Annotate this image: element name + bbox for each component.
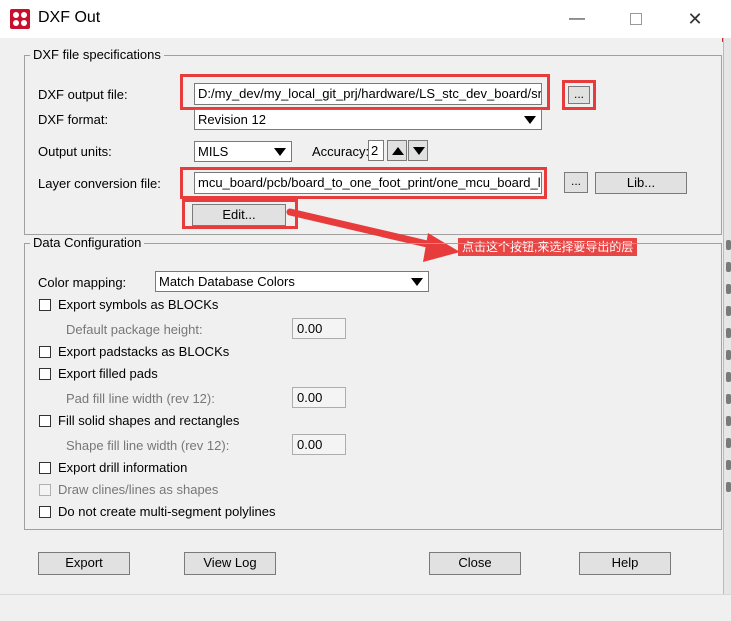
- layer-file-label: Layer conversion file:: [38, 176, 161, 191]
- background-edge-handle: [726, 460, 731, 470]
- chevron-down-icon: [524, 116, 536, 124]
- export-drill-checkbox[interactable]: [39, 462, 51, 474]
- arrow-down-icon: [413, 147, 425, 155]
- accuracy-label: Accuracy:: [312, 144, 370, 159]
- arrow-up-icon: [392, 147, 404, 155]
- close-button[interactable]: Close: [429, 552, 521, 575]
- background-edge-handle: [726, 438, 731, 448]
- background-edge-handle: [726, 306, 731, 316]
- data-config-legend: Data Configuration: [30, 235, 145, 250]
- background-edge-handle: [726, 416, 731, 426]
- background-window-edge: [723, 38, 731, 610]
- background-edge-handle: [726, 262, 731, 272]
- highlight-output-file: [180, 74, 550, 110]
- accuracy-down-button[interactable]: [408, 140, 428, 161]
- highlight-layer-file: [180, 167, 547, 199]
- help-button[interactable]: Help: [579, 552, 671, 575]
- export-filled-pads-checkbox[interactable]: [39, 368, 51, 380]
- background-edge-handle: [726, 284, 731, 294]
- background-edge-handle: [726, 394, 731, 404]
- shape-fill-width-input[interactable]: 0.00: [292, 434, 346, 455]
- draw-clines-label: Draw clines/lines as shapes: [58, 482, 219, 497]
- window-title: DXF Out: [38, 9, 101, 26]
- maximize-icon[interactable]: [613, 0, 659, 38]
- highlight-browse-output: [562, 80, 596, 110]
- format-select[interactable]: Revision 12: [194, 109, 542, 130]
- units-select[interactable]: MILS: [194, 141, 292, 162]
- background-bottom-strip: [0, 594, 731, 621]
- background-edge-handle: [726, 482, 731, 492]
- background-edge-handle: [726, 328, 731, 338]
- export-filled-pads-label: Export filled pads: [58, 366, 158, 381]
- no-multisegment-label: Do not create multi-segment polylines: [58, 504, 276, 519]
- chevron-down-icon: [411, 278, 423, 286]
- fill-solid-shapes-label: Fill solid shapes and rectangles: [58, 413, 240, 428]
- color-mapping-label: Color mapping:: [38, 275, 127, 290]
- browse-layer-button[interactable]: ...: [564, 172, 588, 193]
- pad-fill-width-input[interactable]: 0.00: [292, 387, 346, 408]
- accuracy-input[interactable]: 2: [368, 140, 384, 161]
- export-drill-label: Export drill information: [58, 460, 188, 475]
- no-multisegment-checkbox[interactable]: [39, 506, 51, 518]
- minimize-icon[interactable]: —: [554, 0, 600, 38]
- export-symbols-label: Export symbols as BLOCKs: [58, 297, 219, 312]
- export-button[interactable]: Export: [38, 552, 130, 575]
- title-bar: DXF Out — ✕: [0, 0, 731, 38]
- accuracy-up-button[interactable]: [387, 140, 407, 161]
- units-value: MILS: [198, 144, 229, 159]
- background-edge-handle: [726, 350, 731, 360]
- package-height-label: Default package height:: [66, 322, 203, 337]
- package-height-input[interactable]: 0.00: [292, 318, 346, 339]
- export-symbols-checkbox[interactable]: [39, 299, 51, 311]
- color-mapping-value: Match Database Colors: [159, 274, 295, 289]
- lib-button[interactable]: Lib...: [595, 172, 687, 194]
- chevron-down-icon: [274, 148, 286, 156]
- export-padstacks-checkbox[interactable]: [39, 346, 51, 358]
- close-icon[interactable]: ✕: [672, 0, 718, 38]
- background-edge-handle: [726, 372, 731, 382]
- dxf-spec-legend: DXF file specifications: [30, 47, 164, 62]
- output-file-label: DXF output file:: [38, 87, 128, 102]
- view-log-button[interactable]: View Log: [184, 552, 276, 575]
- shape-fill-width-label: Shape fill line width (rev 12):: [66, 438, 230, 453]
- format-label: DXF format:: [38, 112, 109, 127]
- draw-clines-checkbox: [39, 484, 51, 496]
- app-icon: [10, 9, 30, 29]
- format-value: Revision 12: [198, 112, 266, 127]
- pad-fill-width-label: Pad fill line width (rev 12):: [66, 391, 215, 406]
- color-mapping-select[interactable]: Match Database Colors: [155, 271, 429, 292]
- export-padstacks-label: Export padstacks as BLOCKs: [58, 344, 230, 359]
- fill-solid-shapes-checkbox[interactable]: [39, 415, 51, 427]
- background-edge-handle: [726, 240, 731, 250]
- units-label: Output units:: [38, 144, 112, 159]
